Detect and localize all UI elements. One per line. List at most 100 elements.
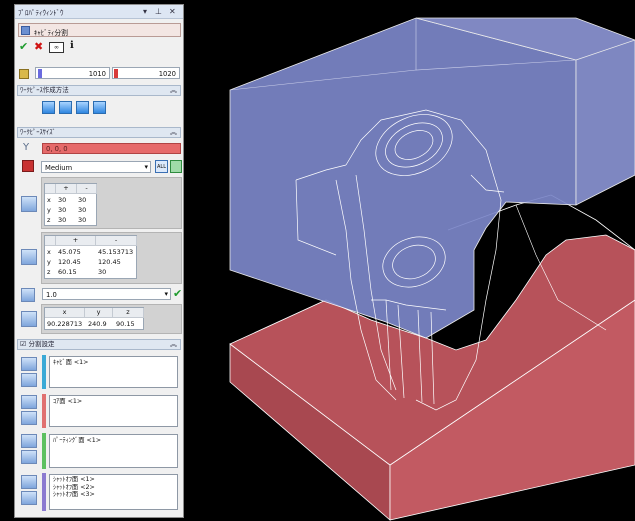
property-panel: ﾌﾟﾛﾊﾟﾃｨｳｨﾝﾄﾞｳ ▾ ⊥ ✕ ｷｬﾋﾞﾃｨ分割 ✔ ✖ ∞ ℹ 101…: [14, 4, 184, 518]
offset-header-minus: -: [77, 184, 97, 194]
offset-x-plus[interactable]: 30: [58, 196, 66, 204]
list-item[interactable]: ｼｬｯﾄｵﾌ面 <3>: [53, 491, 174, 499]
slider-right-field[interactable]: 1020: [112, 67, 180, 79]
size-table: + - x 45.075 45.153713 y 120.45 120.45 z…: [44, 235, 137, 279]
dim-header-z: z: [113, 308, 144, 318]
offset-mode-icon[interactable]: [21, 196, 37, 212]
size-header-plus: +: [56, 236, 96, 246]
list-item[interactable]: ｼｬｯﾄｵﾌ面 <2>: [53, 484, 174, 492]
origin-value: 0, 0, 0: [46, 145, 68, 153]
offset-method-icon[interactable]: [93, 101, 106, 114]
size-y-plus[interactable]: 120.45: [58, 258, 81, 266]
origin-field[interactable]: 0, 0, 0: [42, 143, 181, 154]
cavity-face-list[interactable]: ｷｬﾋﾞ面 <1>: [49, 356, 178, 388]
cylinder-method-icon[interactable]: [59, 101, 72, 114]
section-split-settings[interactable]: ☑ 分割設定 ︽: [17, 339, 181, 350]
size-header-minus: -: [96, 236, 137, 246]
dropdown-arrow-icon[interactable]: ▾: [143, 7, 147, 16]
slider-left-field[interactable]: 1010: [35, 67, 110, 79]
custom-method-icon[interactable]: [76, 101, 89, 114]
cavity-face-icon[interactable]: [21, 357, 37, 371]
section-workpiece-method[interactable]: ﾜｰｸﾋﾟｰｽ作成方法 ︽: [17, 85, 181, 96]
list-item[interactable]: ｼｬｯﾄｵﾌ面 <1>: [53, 476, 174, 484]
cavity-stripe: [42, 355, 46, 389]
glasses-icon[interactable]: ∞: [49, 42, 64, 53]
panel-titlebar: ﾌﾟﾛﾊﾟﾃｨｳｨﾝﾄﾞｳ ▾ ⊥ ✕: [15, 5, 183, 19]
close-icon[interactable]: ✕: [169, 7, 176, 16]
mold-model-drawing: [229, 17, 635, 521]
size-y-minus[interactable]: 120.45: [98, 258, 121, 266]
core-select-icon[interactable]: [21, 411, 37, 425]
offset-table: + - x 30 30 y 30 30 z 30 30: [44, 183, 97, 226]
cavity-select-icon[interactable]: [21, 373, 37, 387]
size-z-plus[interactable]: 60.15: [58, 268, 77, 276]
chevron-down-icon[interactable]: ▾: [144, 163, 148, 171]
panel-title: ﾌﾟﾛﾊﾟﾃｨｳｨﾝﾄﾞｳ: [18, 9, 64, 17]
apply-check-icon[interactable]: ✔: [173, 287, 182, 300]
preset-select[interactable]: Medium ▾: [41, 161, 151, 173]
list-item[interactable]: ﾊﾟｰﾃｨﾝｸﾞ面 <1>: [53, 437, 174, 445]
pin-icon[interactable]: ⊥: [155, 7, 162, 16]
scale-icon[interactable]: [21, 288, 35, 302]
size-axis-y: y: [47, 258, 51, 266]
split-settings-checkbox[interactable]: ☑: [20, 340, 29, 348]
scale-select[interactable]: 1.0 ▾: [42, 288, 171, 300]
collapse-chevron-icon[interactable]: ︽: [170, 128, 177, 137]
core-face-list[interactable]: ｺｱ面 <1>: [49, 395, 178, 427]
box-method-icon[interactable]: [42, 101, 55, 114]
offset-z-plus[interactable]: 30: [58, 216, 66, 224]
collapse-chevron-icon[interactable]: ︽: [170, 86, 177, 95]
offset-header-plus: +: [56, 184, 77, 194]
dim-value-y: 240.9: [88, 320, 107, 328]
slider-left-handle[interactable]: [38, 69, 42, 78]
slider-left-value: 1010: [88, 70, 106, 78]
scale-value: 1.0: [46, 291, 57, 299]
mode-field[interactable]: ｷｬﾋﾞﾃｨ分割: [18, 23, 181, 37]
parting-face-list[interactable]: ﾊﾟｰﾃｨﾝｸﾞ面 <1>: [49, 434, 178, 468]
shutoff-select-icon[interactable]: [21, 491, 37, 505]
shutoff-face-list[interactable]: ｼｬｯﾄｵﾌ面 <1> ｼｬｯﾄｵﾌ面 <2> ｼｬｯﾄｵﾌ面 <3>: [49, 474, 178, 510]
core-face-icon[interactable]: [21, 395, 37, 409]
shutoff-stripe: [42, 473, 46, 511]
cancel-x-icon[interactable]: ✖: [34, 40, 43, 53]
list-item[interactable]: ｺｱ面 <1>: [53, 398, 174, 406]
section-workpiece-size[interactable]: ﾜｰｸﾋﾟｰｽｻｲｽﾞ ︽: [17, 127, 181, 138]
section-split-settings-label: 分割設定: [28, 340, 55, 348]
slider-right-value: 1020: [158, 70, 176, 78]
parting-select-icon[interactable]: [21, 450, 37, 464]
dimension-table: x y z 90.228713 240.9 90.15: [44, 307, 144, 330]
offset-axis-z: z: [47, 216, 51, 224]
core-stripe: [42, 394, 46, 428]
layer-stack-icon: [19, 69, 29, 79]
preset-value: Medium: [45, 164, 73, 172]
size-axis-x: x: [47, 248, 51, 256]
parting-face-icon[interactable]: [21, 434, 37, 448]
collapse-chevron-icon[interactable]: ︽: [170, 340, 177, 349]
section-workpiece-method-label: ﾜｰｸﾋﾟｰｽ作成方法: [20, 86, 69, 94]
ok-check-icon[interactable]: ✔: [19, 40, 28, 53]
list-item[interactable]: ｷｬﾋﾞ面 <1>: [53, 359, 174, 367]
offset-y-minus[interactable]: 30: [78, 206, 86, 214]
section-workpiece-size-label: ﾜｰｸﾋﾟｰｽｻｲｽﾞ: [20, 128, 56, 136]
offset-y-plus[interactable]: 30: [58, 206, 66, 214]
origin-axis-icon: Y: [23, 142, 30, 153]
size-mode-icon[interactable]: [21, 249, 37, 265]
info-icon[interactable]: ℹ: [70, 40, 74, 51]
size-x-minus[interactable]: 45.153713: [98, 248, 133, 256]
size-x-plus[interactable]: 45.075: [58, 248, 81, 256]
offset-axis-y: y: [47, 206, 51, 214]
chevron-down-icon[interactable]: ▾: [164, 290, 168, 298]
dim-header-y: y: [85, 308, 113, 318]
size-axis-z: z: [47, 268, 51, 276]
size-z-minus[interactable]: 30: [98, 268, 106, 276]
parting-stripe: [42, 433, 46, 469]
offset-x-minus[interactable]: 30: [78, 196, 86, 204]
refresh-icon[interactable]: [170, 160, 182, 173]
dim-header-x: x: [45, 308, 85, 318]
offset-z-minus[interactable]: 30: [78, 216, 86, 224]
mode-label: ｷｬﾋﾞﾃｨ分割: [34, 29, 68, 37]
slider-right-handle[interactable]: [114, 69, 118, 78]
all-button-icon[interactable]: ALL: [155, 160, 168, 173]
shutoff-face-icon[interactable]: [21, 475, 37, 489]
3d-viewport[interactable]: [186, 0, 635, 521]
